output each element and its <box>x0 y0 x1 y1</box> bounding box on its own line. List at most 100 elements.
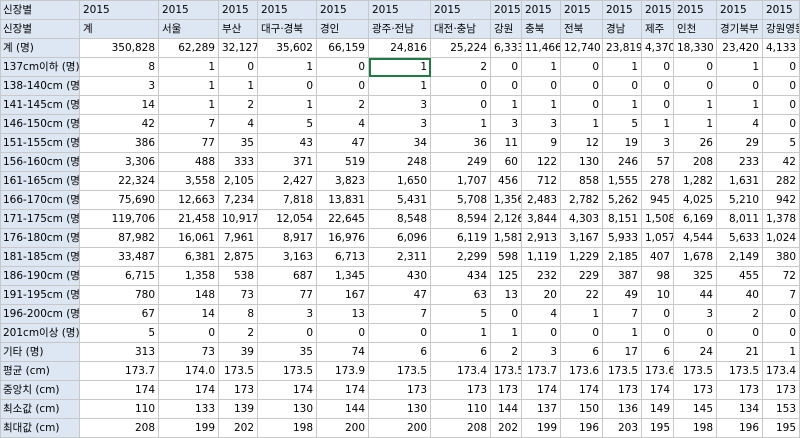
data-cell[interactable]: 0 <box>641 323 674 343</box>
row-header-cell[interactable]: 186-190cm (명) <box>0 266 80 286</box>
data-cell[interactable]: 1,024 <box>762 228 800 248</box>
data-cell[interactable]: 13,831 <box>316 190 369 210</box>
data-cell[interactable]: 14 <box>158 304 219 324</box>
data-cell[interactable]: 1,378 <box>762 209 800 229</box>
data-cell[interactable]: 7 <box>158 114 219 134</box>
data-cell[interactable]: 5,210 <box>716 190 763 210</box>
data-cell[interactable]: 110 <box>430 399 491 419</box>
data-cell[interactable]: 29 <box>716 133 763 153</box>
data-cell[interactable]: 249 <box>430 152 491 172</box>
data-cell[interactable]: 0 <box>521 76 561 96</box>
data-cell[interactable]: 5,431 <box>368 190 431 210</box>
data-cell[interactable]: 136 <box>602 399 642 419</box>
data-cell[interactable]: 8 <box>79 57 159 77</box>
data-cell[interactable]: 1,581 <box>490 228 522 248</box>
data-cell[interactable]: 125 <box>490 266 522 286</box>
row-header-cell[interactable]: 최대값 (cm) <box>0 418 80 438</box>
data-cell[interactable]: 42 <box>762 152 800 172</box>
row-header-cell[interactable]: 181-185cm (명) <box>0 247 80 267</box>
data-cell[interactable]: 2,149 <box>716 247 763 267</box>
data-cell[interactable]: 173.6 <box>560 361 603 381</box>
data-cell[interactable]: 3 <box>490 114 522 134</box>
data-cell[interactable]: 4 <box>316 114 369 134</box>
data-cell[interactable]: 43 <box>257 133 317 153</box>
data-cell[interactable]: 6 <box>560 342 603 362</box>
data-cell[interactable]: 313 <box>79 342 159 362</box>
data-cell[interactable]: 75,690 <box>79 190 159 210</box>
data-cell[interactable]: 174.0 <box>158 361 219 381</box>
data-cell[interactable]: 2 <box>430 57 491 77</box>
data-cell[interactable]: 13 <box>316 304 369 324</box>
data-cell[interactable]: 7,961 <box>218 228 258 248</box>
row-header-cell[interactable]: 201cm이상 (명) <box>0 323 80 343</box>
data-cell[interactable]: 173 <box>490 380 522 400</box>
region-header-cell[interactable]: 경인 <box>316 19 369 39</box>
data-cell[interactable]: 12,740 <box>560 38 603 58</box>
data-cell[interactable]: 333 <box>218 152 258 172</box>
data-cell[interactable]: 8,594 <box>430 209 491 229</box>
region-header-cell[interactable]: 계 <box>79 19 159 39</box>
data-cell[interactable]: 2,126 <box>490 209 522 229</box>
data-cell[interactable]: 1 <box>602 95 642 115</box>
data-cell[interactable]: 282 <box>762 171 800 191</box>
data-cell[interactable]: 0 <box>673 76 717 96</box>
data-cell[interactable]: 2 <box>316 95 369 115</box>
data-cell[interactable]: 173 <box>218 380 258 400</box>
data-cell[interactable]: 0 <box>641 57 674 77</box>
data-cell[interactable]: 407 <box>641 247 674 267</box>
data-cell[interactable]: 1 <box>257 57 317 77</box>
data-cell[interactable]: 47 <box>368 285 431 305</box>
data-cell[interactable]: 198 <box>257 418 317 438</box>
data-cell[interactable]: 945 <box>641 190 674 210</box>
data-cell[interactable]: 173.4 <box>762 361 800 381</box>
data-cell[interactable]: 0 <box>762 323 800 343</box>
data-cell[interactable]: 22,324 <box>79 171 159 191</box>
data-cell[interactable]: 5,708 <box>430 190 491 210</box>
data-cell[interactable]: 278 <box>641 171 674 191</box>
data-cell[interactable]: 130 <box>560 152 603 172</box>
data-cell[interactable]: 3,823 <box>316 171 369 191</box>
row-header-cell[interactable]: 137cm이하 (명) <box>0 57 80 77</box>
data-cell[interactable]: 6,119 <box>430 228 491 248</box>
data-cell[interactable]: 173.5 <box>490 361 522 381</box>
data-cell[interactable]: 380 <box>762 247 800 267</box>
data-cell[interactable]: 0 <box>430 95 491 115</box>
data-cell[interactable]: 2 <box>218 95 258 115</box>
data-cell[interactable]: 36 <box>430 133 491 153</box>
row-header-cell[interactable]: 146-150cm (명) <box>0 114 80 134</box>
year-header-cell[interactable]: 2015 <box>673 0 717 20</box>
data-cell[interactable]: 1 <box>430 114 491 134</box>
row-header-cell[interactable]: 156-160cm (명) <box>0 152 80 172</box>
data-cell[interactable]: 110 <box>79 399 159 419</box>
data-cell[interactable]: 173.7 <box>521 361 561 381</box>
data-cell[interactable]: 87,982 <box>79 228 159 248</box>
data-cell[interactable]: 44 <box>673 285 717 305</box>
data-cell[interactable]: 63 <box>430 285 491 305</box>
data-cell[interactable]: 0 <box>490 57 522 77</box>
data-cell[interactable]: 456 <box>490 171 522 191</box>
data-cell[interactable]: 173.5 <box>257 361 317 381</box>
data-cell[interactable]: 23,420 <box>716 38 763 58</box>
data-cell[interactable]: 1,358 <box>158 266 219 286</box>
data-cell[interactable]: 780 <box>79 285 159 305</box>
data-cell[interactable]: 0 <box>316 76 369 96</box>
data-cell[interactable]: 0 <box>316 323 369 343</box>
year-header-cell[interactable]: 2015 <box>641 0 674 20</box>
data-cell[interactable]: 4,025 <box>673 190 717 210</box>
data-cell[interactable]: 0 <box>560 76 603 96</box>
data-cell[interactable]: 2,299 <box>430 247 491 267</box>
data-cell[interactable]: 174 <box>158 380 219 400</box>
data-cell[interactable]: 134 <box>716 399 763 419</box>
data-cell[interactable]: 208 <box>79 418 159 438</box>
data-cell[interactable]: 0 <box>560 57 603 77</box>
year-header-cell[interactable]: 2015 <box>79 0 159 20</box>
region-header-cell[interactable]: 제주 <box>641 19 674 39</box>
data-cell[interactable]: 195 <box>641 418 674 438</box>
data-cell[interactable]: 22,645 <box>316 209 369 229</box>
data-cell[interactable]: 24 <box>673 342 717 362</box>
data-cell[interactable]: 0 <box>762 57 800 77</box>
data-cell[interactable]: 33,487 <box>79 247 159 267</box>
row-header-cell[interactable]: 141-145cm (명) <box>0 95 80 115</box>
data-cell[interactable]: 1 <box>560 114 603 134</box>
data-cell[interactable]: 199 <box>521 418 561 438</box>
